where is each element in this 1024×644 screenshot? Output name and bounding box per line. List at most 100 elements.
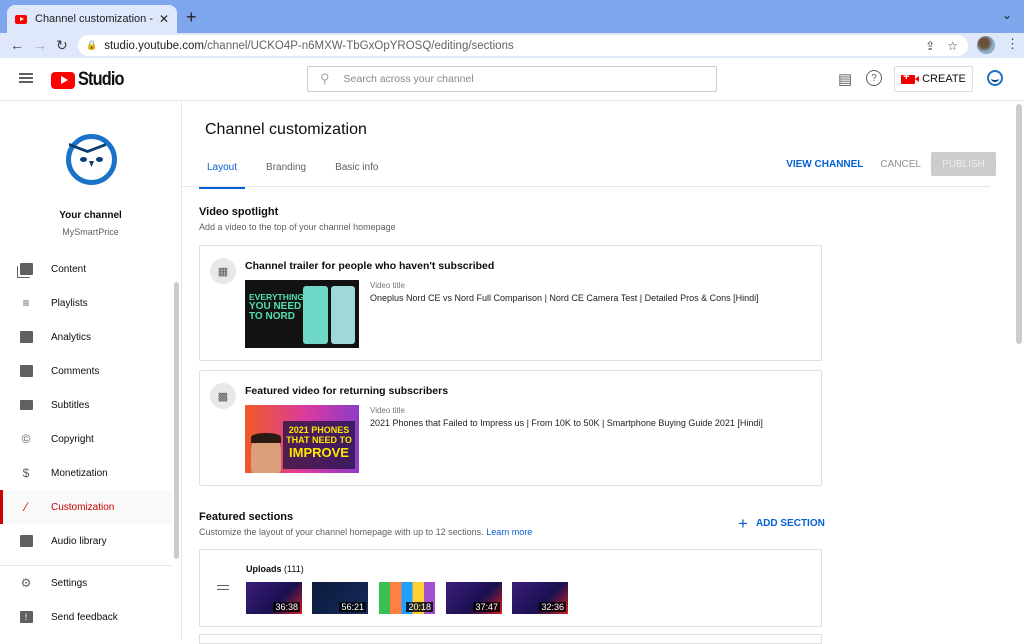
owl-eye-right — [96, 157, 103, 162]
url-bar[interactable]: 🔒 studio.youtube.com /channel/UCKO4P-n6M… — [78, 35, 968, 56]
uploads-title: Uploads (111) — [246, 564, 304, 574]
owl-beak — [89, 161, 94, 167]
sidebar-item-label: Audio library — [51, 535, 107, 547]
sidebar-item-send-feedback[interactable]: ! Send feedback — [0, 600, 172, 634]
upload-thumbnail[interactable]: 36:38 — [246, 582, 302, 614]
customization-tabs: Layout Branding Basic info — [199, 154, 399, 189]
address-bar-row: ← → ↻ 🔒 studio.youtube.com /channel/UCKO… — [0, 33, 1024, 58]
owl-eye-left — [80, 157, 87, 162]
magic-wand-icon: ⁄ — [24, 500, 27, 514]
sidebar-item-label: Comments — [51, 365, 100, 377]
sidebar-item-subtitles[interactable]: Subtitles — [0, 388, 172, 422]
playlists-icon: ≡ — [22, 296, 30, 310]
chevron-down-icon[interactable]: ⌄ — [1002, 8, 1012, 22]
video-title-label: Video title — [370, 406, 405, 415]
phone-image — [303, 286, 328, 344]
tab-basic-info[interactable]: Basic info — [327, 154, 386, 181]
browser-tab-bar: Channel customization - YouTube Studio ✕… — [0, 0, 1024, 33]
sidebar-item-label: Send feedback — [51, 611, 118, 623]
video-title-label: Video title — [370, 281, 405, 290]
messages-icon[interactable]: ▤ — [838, 70, 852, 88]
bookmark-star-icon[interactable]: ☆ — [947, 39, 958, 53]
video-duration: 20:18 — [406, 602, 433, 612]
sidebar-item-label: Settings — [51, 577, 88, 589]
featured-video-card[interactable]: ▩ Featured video for returning subscribe… — [199, 370, 822, 486]
reload-icon[interactable]: ↻ — [56, 37, 68, 54]
search-input[interactable]: ⚲ Search across your channel — [307, 66, 717, 92]
your-channel-label: Your channel — [59, 210, 122, 221]
thumbnail-text: EVERYTHING YOU NEED TO NORD — [249, 292, 304, 322]
account-avatar[interactable] — [987, 70, 1003, 86]
sidebar-item-customization[interactable]: ⁄ Customization — [0, 490, 172, 524]
publish-button[interactable]: PUBLISH — [931, 152, 996, 176]
video-thumbnail[interactable]: 2021 PHONES THAT NEED TO IMPROVE — [245, 405, 359, 473]
drag-handle-icon[interactable] — [217, 585, 229, 590]
share-icon[interactable]: ⇪ — [925, 39, 935, 53]
channel-avatar[interactable] — [66, 134, 117, 185]
audio-library-icon — [19, 534, 33, 548]
channel-name: MySmartPrice — [62, 227, 119, 237]
plus-icon: + — [738, 513, 748, 533]
add-section-label: ADD SECTION — [755, 518, 825, 529]
main-scrollbar[interactable] — [1016, 104, 1022, 344]
hamburger-menu-icon[interactable] — [19, 73, 33, 83]
sidebar-item-audio-library[interactable]: Audio library — [0, 524, 172, 558]
sidebar-item-content[interactable]: Content — [0, 252, 172, 286]
sidebar-item-comments[interactable]: Comments — [0, 354, 172, 388]
upload-thumbnail[interactable]: 20:18 — [379, 582, 435, 614]
studio-logo[interactable]: Studio — [51, 69, 131, 91]
help-icon[interactable]: ? — [866, 70, 882, 86]
view-channel-button[interactable]: VIEW CHANNEL — [786, 154, 863, 175]
video-title: 2021 Phones that Failed to Impress us | … — [370, 418, 763, 428]
sidebar-scrollbar[interactable] — [174, 282, 179, 559]
close-tab-icon[interactable]: ✕ — [159, 12, 169, 26]
upload-thumbnail[interactable]: 32:36 — [512, 582, 568, 614]
phone-image — [331, 286, 355, 344]
sidebar-item-label: Content — [51, 263, 87, 275]
cancel-button[interactable]: CANCEL — [880, 154, 921, 175]
new-tab-icon[interactable]: + — [186, 7, 197, 28]
tab-branding[interactable]: Branding — [258, 154, 314, 181]
sidebar-item-playlists[interactable]: ≡ Playlists — [0, 286, 172, 320]
channel-trailer-card[interactable]: ▦ Channel trailer for people who haven't… — [199, 245, 822, 361]
sidebar-item-monetization[interactable]: $ Monetization — [0, 456, 172, 490]
sidebar-menu: Content ≡ Playlists Analytics Comments S… — [0, 252, 172, 558]
card-title: Channel trailer for people who haven't s… — [245, 260, 495, 272]
create-video-icon — [901, 71, 920, 84]
sidebar-item-analytics[interactable]: Analytics — [0, 320, 172, 354]
sidebar-item-label: Playlists — [51, 297, 88, 309]
copyright-icon: © — [21, 432, 31, 446]
sidebar-item-label: Customization — [51, 501, 115, 513]
browser-tab[interactable]: Channel customization - YouTube Studio ✕ — [7, 5, 177, 33]
browser-menu-icon[interactable]: ⋮ — [1006, 36, 1019, 52]
sidebar-item-copyright[interactable]: © Copyright — [0, 422, 172, 456]
back-icon[interactable]: ← — [10, 37, 24, 53]
tabs-divider — [182, 186, 990, 187]
next-section-card[interactable] — [199, 634, 822, 644]
sidebar-item-settings[interactable]: ⚙ Settings — [0, 566, 172, 600]
add-section-button[interactable]: + ADD SECTION — [738, 513, 825, 533]
uploads-section-card[interactable]: Uploads (111) 36:38 56:21 20:18 37:47 32… — [199, 549, 822, 627]
video-spotlight-title: Video spotlight — [199, 206, 279, 218]
browser-profile-avatar[interactable] — [977, 36, 995, 54]
tab-layout[interactable]: Layout — [199, 154, 246, 189]
featured-sections-title: Featured sections — [199, 511, 294, 523]
upload-thumbnail[interactable]: 37:47 — [446, 582, 502, 614]
tab-title: Channel customization - YouTube Studio — [35, 13, 155, 25]
featured-video-icon: ▩ — [210, 383, 236, 409]
video-spotlight-subtitle: Add a video to the top of your channel h… — [199, 222, 396, 232]
gear-icon: ⚙ — [20, 576, 32, 590]
card-title: Featured video for returning subscribers — [245, 385, 449, 397]
forward-icon[interactable]: → — [33, 37, 47, 53]
film-icon: ▦ — [210, 258, 236, 284]
page-title: Channel customization — [205, 121, 367, 138]
video-duration: 56:21 — [339, 602, 366, 612]
studio-header: Studio ⚲ Search across your channel ▤ ? … — [0, 58, 1024, 101]
video-duration: 32:36 — [539, 602, 566, 612]
create-button[interactable]: CREATE — [894, 66, 973, 92]
video-thumbnail[interactable]: EVERYTHING YOU NEED TO NORD — [245, 280, 359, 348]
upload-thumbnail[interactable]: 56:21 — [312, 582, 368, 614]
url-host: studio.youtube.com — [104, 39, 204, 52]
search-icon: ⚲ — [320, 71, 330, 86]
learn-more-link[interactable]: Learn more — [486, 527, 532, 537]
